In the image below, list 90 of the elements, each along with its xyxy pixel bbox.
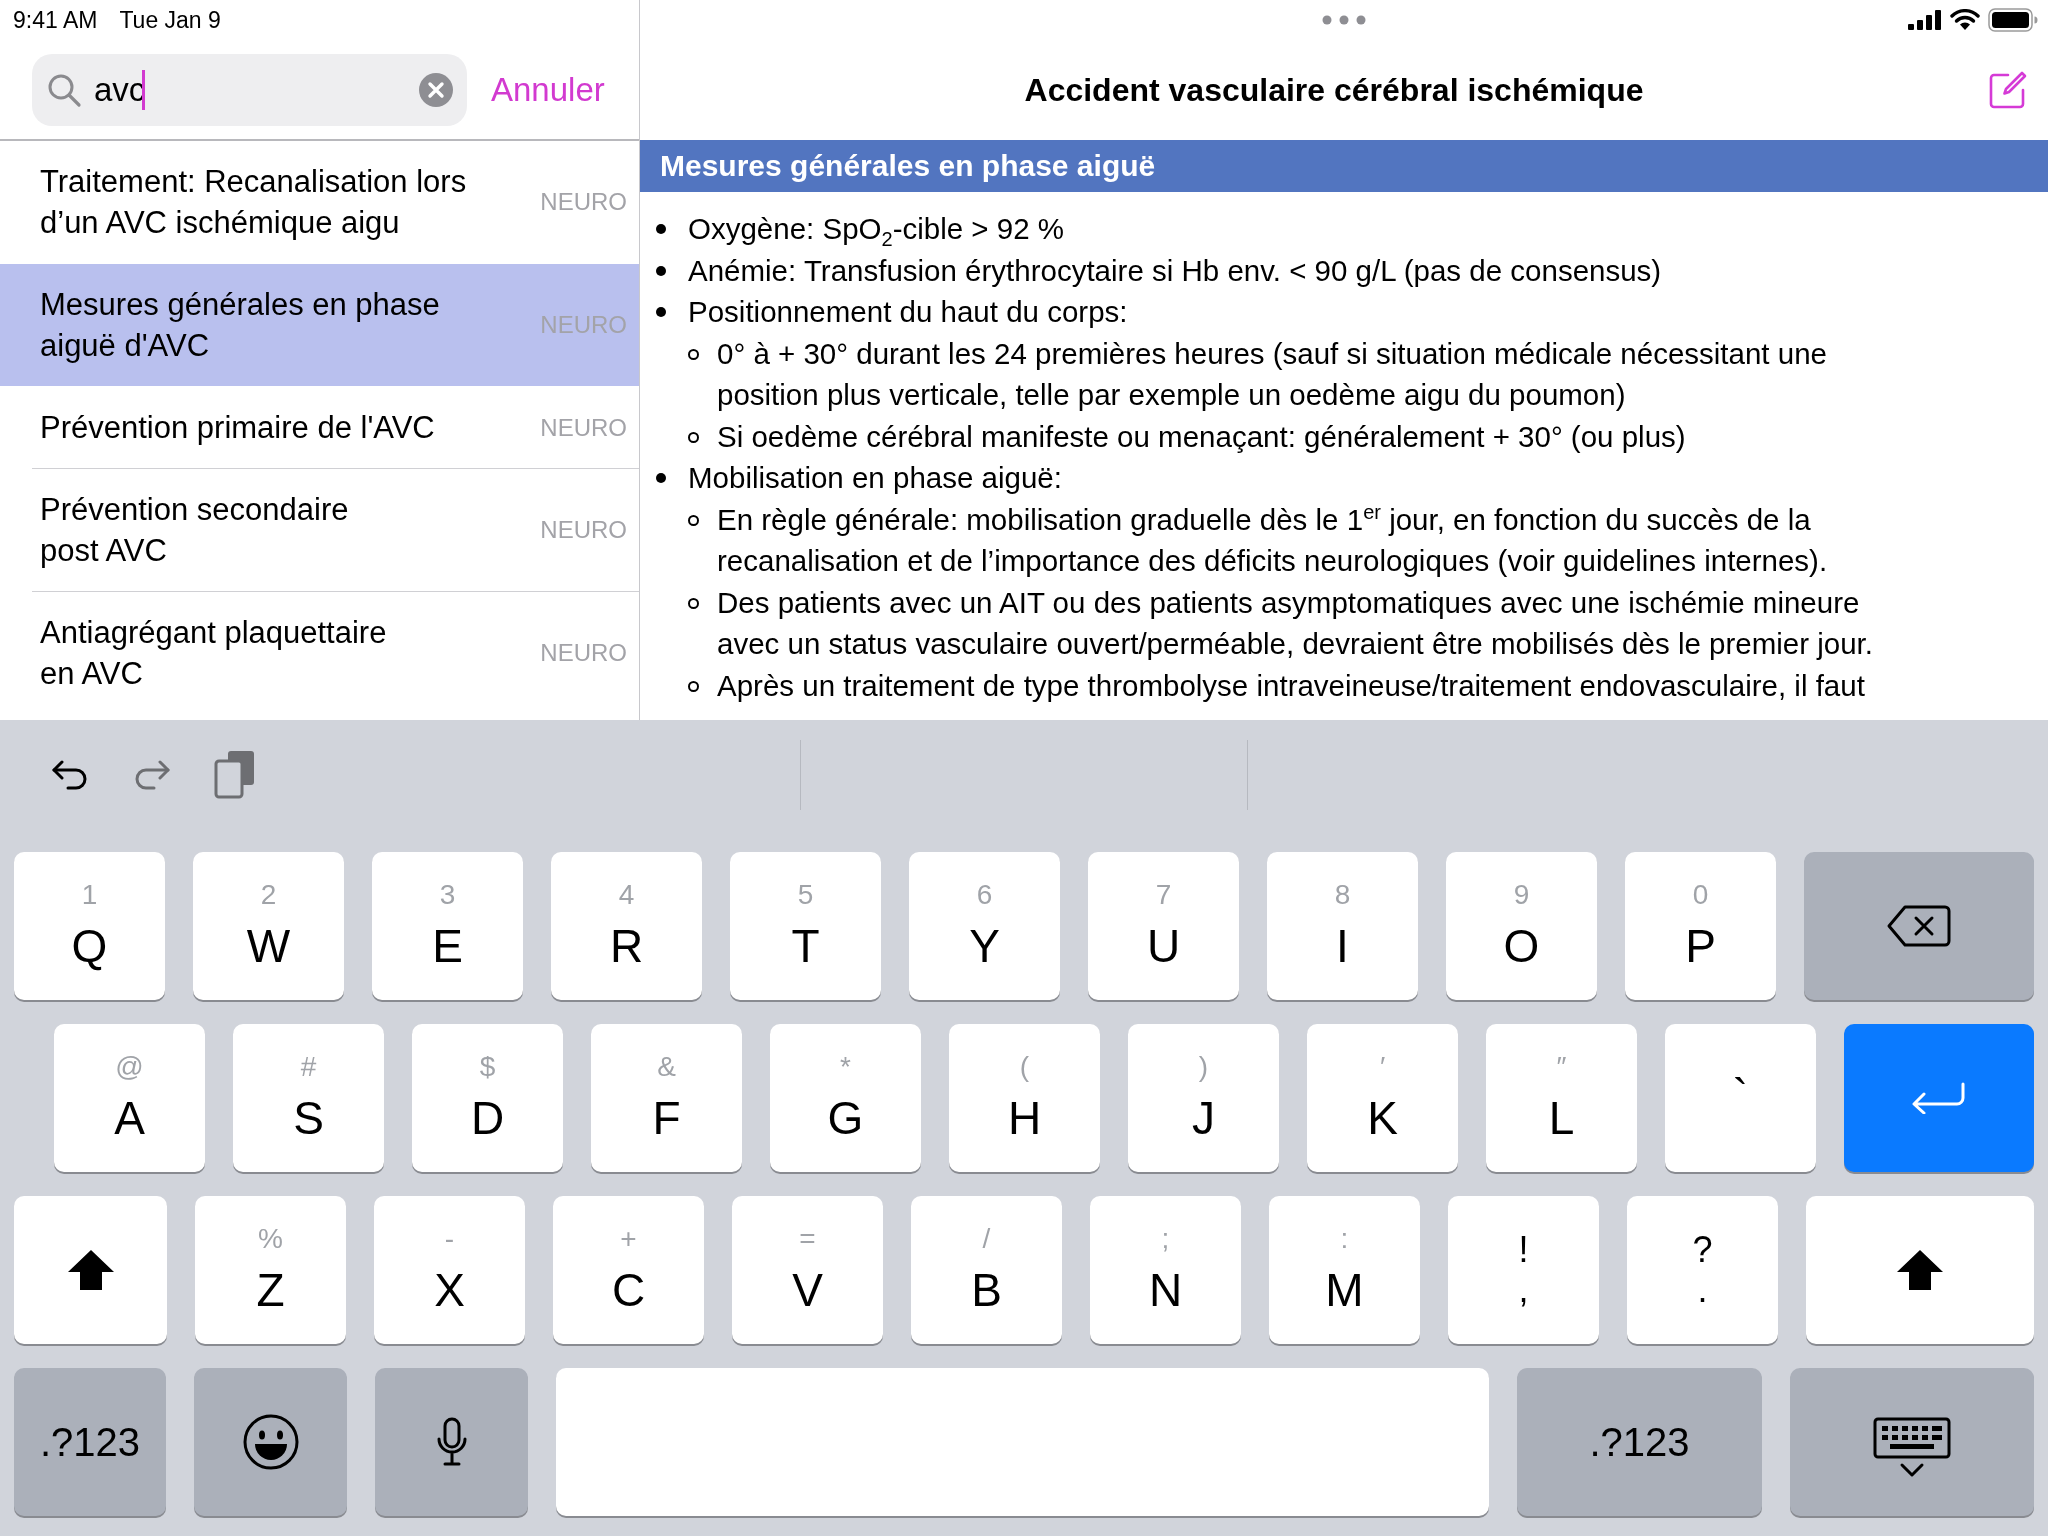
key[interactable]: 3 E <box>372 852 523 1000</box>
bullet-icon <box>688 348 699 360</box>
key[interactable]: ! , <box>1448 1196 1599 1344</box>
bullet-text: Oxygène: SpO$_{2}$-cible > 92 % <box>688 211 1064 250</box>
bullet-text: Positionnement du haut du corps: <box>688 294 1128 330</box>
key[interactable]: 8 I <box>1267 852 1418 1000</box>
keyboard-dismiss-icon <box>1873 1417 1951 1479</box>
key[interactable]: = V <box>732 1196 883 1344</box>
key[interactable]: 2 W <box>193 852 344 1000</box>
bullet-icon <box>656 265 666 276</box>
emoji-key[interactable] <box>194 1368 347 1516</box>
key[interactable]: : M <box>1269 1196 1420 1344</box>
shift-icon <box>1895 1248 1945 1292</box>
result-title: Traitement: Recanalisation lors d’un AVC ischémique aigu <box>40 163 468 242</box>
bullet-text: Après un traitement de type thrombolyse intraveineuse/traitement endovasculaire, il faut <box>717 667 1865 704</box>
category-tag: NEURO <box>540 639 627 667</box>
wifi-icon <box>1950 9 1980 31</box>
result-row[interactable]: Antiagrégant plaquettaire en AVC NEURO <box>0 592 639 714</box>
bullet-icon <box>688 431 699 443</box>
key[interactable]: 7 U <box>1088 852 1239 1000</box>
key[interactable]: $ D <box>412 1024 563 1172</box>
bullet-text: Mobilisation en phase aiguë: <box>688 460 1062 496</box>
bullet-icon <box>656 473 666 483</box>
multitasking-dots-icon[interactable] <box>1322 15 1366 25</box>
section-header: Mesures générales en phase aiguë <box>640 140 2048 192</box>
emoji-icon <box>241 1413 300 1471</box>
result-title: Antiagrégant plaquettaire en AVC <box>40 614 388 693</box>
key[interactable]: * G <box>770 1024 921 1172</box>
status-time: 9:41 AM <box>13 6 98 34</box>
numbers-key[interactable]: .?123 <box>1517 1368 1762 1516</box>
key[interactable]: ) J <box>1128 1024 1279 1172</box>
article-title: Accident vasculaire cérébral ischémique <box>1024 71 1644 109</box>
result-title: Mesures générales en phase aiguë d'AVC <box>40 286 441 365</box>
search-icon <box>46 72 82 108</box>
result-row[interactable]: Mesures générales en phase aiguë d'AVC NEURO <box>0 264 639 386</box>
key[interactable]: 4 R <box>551 852 702 1000</box>
key[interactable]: # S <box>233 1024 384 1172</box>
category-tag: NEURO <box>540 413 627 442</box>
key[interactable]: - X <box>374 1196 525 1344</box>
category-tag: NEURO <box>540 311 627 339</box>
bullet-icon <box>688 597 699 609</box>
result-row[interactable]: Prévention secondaire post AVC NEURO <box>0 469 639 591</box>
cancel-button[interactable]: Annuler <box>491 71 605 109</box>
key[interactable]: 9 O <box>1446 852 1597 1000</box>
bullet-text: Si oedème cérébral manifeste ou menaçant: généralement + 30° (ou plus) <box>717 418 1686 455</box>
key[interactable]: ; N <box>1090 1196 1241 1344</box>
delete-key[interactable] <box>1804 852 2034 1000</box>
category-tag: NEURO <box>540 516 627 544</box>
microphone-icon <box>435 1417 468 1467</box>
category-tag: NEURO <box>540 188 627 216</box>
result-title: Prévention secondaire post AVC <box>40 491 350 570</box>
bullet-icon <box>656 307 666 317</box>
bullet-text: En règle générale: mobilisation graduelle dès le 1$^{er}$ jour, en fonction du succès de la recanalisation et de l’importance des déficits neurologiques (voir guidelines internes). <box>717 499 1828 579</box>
key[interactable]: ? . <box>1627 1196 1778 1344</box>
bullet-icon <box>688 680 699 692</box>
bullet-text: Des patients avec un AIT ou des patients asymptomatiques avec une ischémie mineure avec un status vasculaire ouvert/perméable, devraient être mobilisés dès le premier jour. <box>717 584 1873 662</box>
key[interactable]: 5 T <box>730 852 881 1000</box>
return-icon <box>1911 1082 1967 1114</box>
bullet-text: Anémie: Transfusion érythrocytaire si Hb env. < 90 g/L (pas de consensus) <box>688 252 1662 289</box>
numbers-key[interactable]: .?123 <box>14 1368 166 1516</box>
key[interactable]: 0 P <box>1625 852 1776 1000</box>
key[interactable]: 6 Y <box>909 852 1060 1000</box>
key[interactable]: ( H <box>949 1024 1100 1172</box>
key[interactable]: @ A <box>54 1024 205 1172</box>
key[interactable]: % Z <box>195 1196 346 1344</box>
key[interactable]: & F <box>591 1024 742 1172</box>
key[interactable]: ` <box>1665 1024 1816 1172</box>
shift-key[interactable] <box>1806 1196 2034 1344</box>
key[interactable]: ′ K <box>1307 1024 1458 1172</box>
hide-keyboard-key[interactable] <box>1790 1368 2034 1516</box>
bullet-icon <box>688 514 699 526</box>
key[interactable]: ″ L <box>1486 1024 1637 1172</box>
search-field[interactable]: avc <box>32 54 467 126</box>
result-title: Prévention primaire de l'AVC <box>40 409 436 447</box>
compose-icon[interactable] <box>1988 70 2028 110</box>
key[interactable]: 1 Q <box>14 852 165 1000</box>
status-date: Tue Jan 9 <box>119 6 221 34</box>
key[interactable]: + C <box>553 1196 704 1344</box>
shift-key[interactable] <box>14 1196 167 1344</box>
result-row[interactable]: Traitement: Recanalisation lors d’un AVC ischémique aigu NEURO <box>0 141 639 263</box>
result-row[interactable]: Prévention primaire de l'AVC NEURO <box>0 387 639 468</box>
battery-icon <box>1988 8 2038 32</box>
dictation-key[interactable] <box>375 1368 528 1516</box>
bullet-text: 0° à + 30° durant les 24 premières heures (sauf si situation médicale nécessitant une position plus verticale, telle par exemple un oedème aigu du poumon) <box>717 335 1827 413</box>
key[interactable]: / B <box>911 1196 1062 1344</box>
signal-icon <box>1908 10 1942 30</box>
delete-icon <box>1887 904 1951 948</box>
bullet-icon <box>656 224 666 234</box>
clear-icon[interactable] <box>419 73 453 107</box>
paste-icon[interactable] <box>214 749 256 799</box>
